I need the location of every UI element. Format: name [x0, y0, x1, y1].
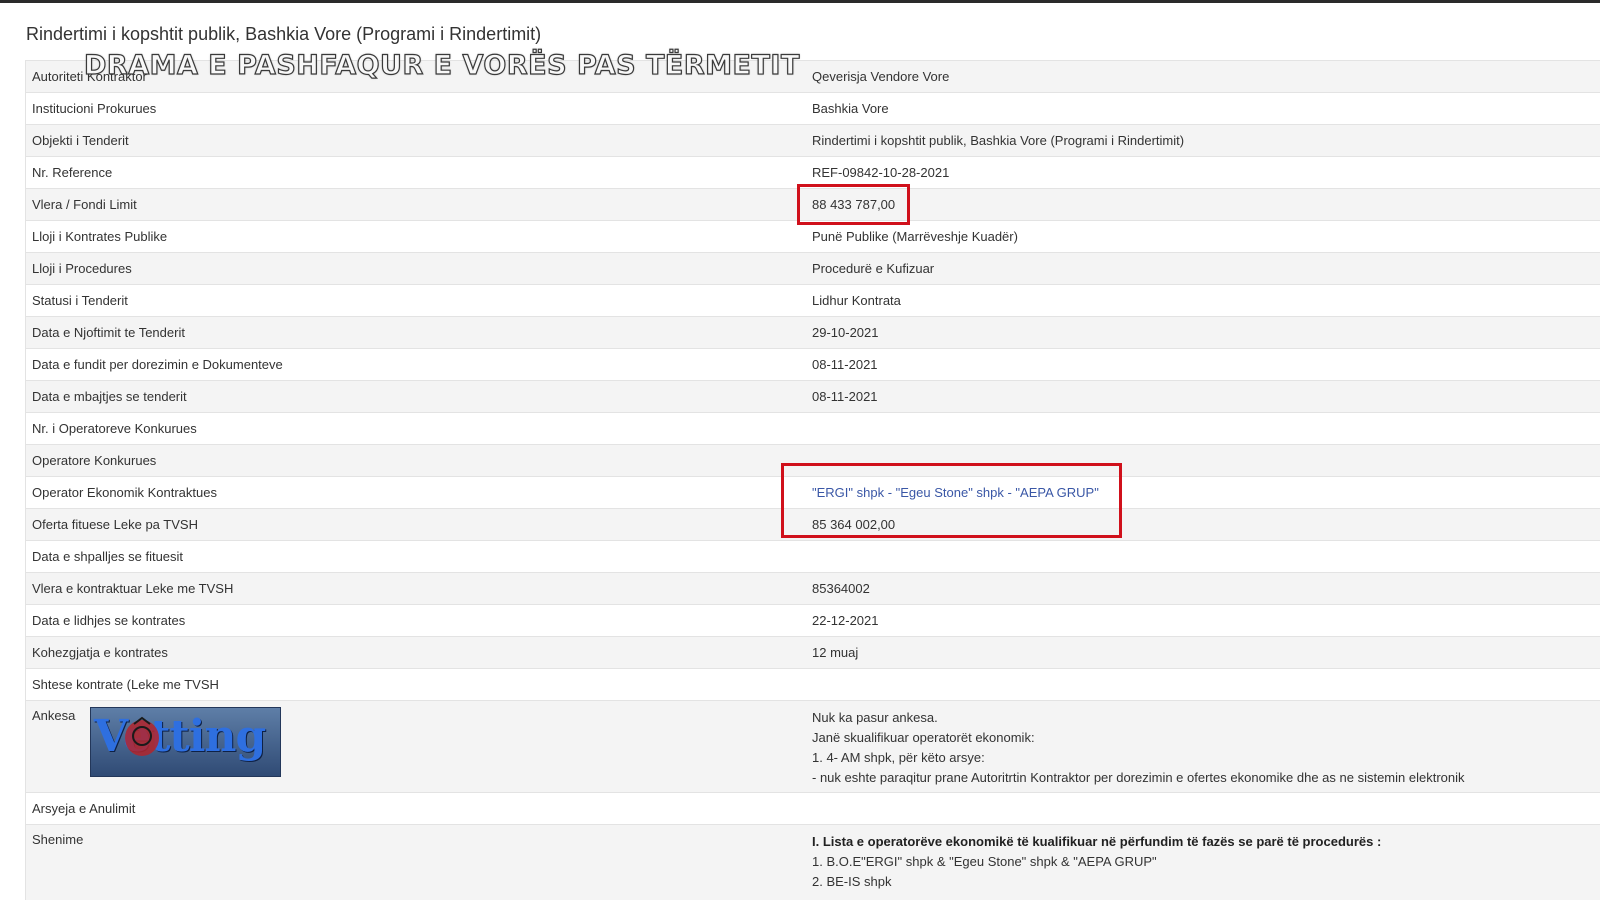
table-row: Data e lidhjes se kontrates 22-12-2021 [25, 604, 1600, 637]
screen: Rindertimi i kopshtit publik, Bashkia Vo… [0, 0, 1600, 900]
winning-offer-value: 85 364 002,00 [806, 508, 1600, 541]
ankesa-line: 1. 4- AM shpk, për këto arsye: [812, 750, 985, 765]
table-row: Vlera / Fondi Limit 88 433 787,00 [25, 188, 1600, 221]
fondi-limit-value: 88 433 787,00 [806, 188, 1600, 221]
row-value [806, 444, 1600, 477]
table-row: Shenime I. Lista e operatorëve ekonomikë… [25, 824, 1600, 900]
table-row: Operatore Konkurues [25, 444, 1600, 477]
row-label: Arsyeja e Anulimit [25, 792, 806, 825]
table-row: Data e shpalljes se fituesit [25, 540, 1600, 573]
table-row: Shtese kontrate (Leke me TVSH [25, 668, 1600, 701]
row-label: Nr. i Operatoreve Konkurues [25, 412, 806, 445]
row-label: Data e mbajtjes se tenderit [25, 380, 806, 413]
shenime-line: I. Lista e operatorëve ekonomikë të kual… [812, 834, 1382, 849]
row-value: REF-09842-10-28-2021 [806, 156, 1600, 189]
row-value: 08-11-2021 [806, 348, 1600, 381]
row-label: Kohezgjatja e kontrates [25, 636, 806, 669]
emblem-icon [125, 716, 159, 756]
table-row: Oferta fituese Leke pa TVSH 85 364 002,0… [25, 508, 1600, 541]
contractor-operator-link[interactable]: "ERGI" shpk - "Egeu Stone" shpk - "AEPA … [806, 476, 1600, 509]
ankesa-line: Nuk ka pasur ankesa. [812, 710, 938, 725]
row-label: Institucioni Prokurues [25, 92, 806, 125]
row-value [806, 668, 1600, 701]
row-value: 22-12-2021 [806, 604, 1600, 637]
table-row: Institucioni Prokurues Bashkia Vore [25, 92, 1600, 125]
row-value: Procedurë e Kufizuar [806, 252, 1600, 285]
table-row: Lloji i Procedures Procedurë e Kufizuar [25, 252, 1600, 285]
row-label: Operator Ekonomik Kontraktues [25, 476, 806, 509]
row-value [806, 540, 1600, 573]
row-label: Statusi i Tenderit [25, 284, 806, 317]
row-label: Data e lidhjes se kontrates [25, 604, 806, 637]
row-value: Lidhur Kontrata [806, 284, 1600, 317]
row-value [806, 412, 1600, 445]
table-row: Kohezgjatja e kontrates 12 muaj [25, 636, 1600, 669]
ankesa-line: Janë skualifikuar operatorët ekonomik: [812, 730, 1035, 745]
row-value: 29-10-2021 [806, 316, 1600, 349]
shenime-value: I. Lista e operatorëve ekonomikë të kual… [806, 824, 1600, 900]
table-row: Statusi i Tenderit Lidhur Kontrata [25, 284, 1600, 317]
row-value: 12 muaj [806, 636, 1600, 669]
row-label: Oferta fituese Leke pa TVSH [25, 508, 806, 541]
row-value: Rindertimi i kopshtit publik, Bashkia Vo… [806, 124, 1600, 157]
page-title: Rindertimi i kopshtit publik, Bashkia Vo… [26, 24, 542, 44]
row-value: 85364002 [806, 572, 1600, 605]
table-row: Arsyeja e Anulimit [25, 792, 1600, 825]
row-label: Lloji i Kontrates Publike [25, 220, 806, 253]
row-value: 08-11-2021 [806, 380, 1600, 413]
row-label: Operatore Konkurues [25, 444, 806, 477]
table-row: Lloji i Kontrates Publike Punë Publike (… [25, 220, 1600, 253]
row-label: Lloji i Procedures [25, 252, 806, 285]
table-row: Data e fundit per dorezimin e Dokumentev… [25, 348, 1600, 381]
ankesa-line: - nuk eshte paraqitur prane Autoritrtin … [812, 770, 1465, 785]
ankesa-value: Nuk ka pasur ankesa. Janë skualifikuar o… [806, 700, 1600, 793]
row-value: Punë Publike (Marrëveshje Kuadër) [806, 220, 1600, 253]
table-row: Nr. Reference REF-09842-10-28-2021 [25, 156, 1600, 189]
shenime-line: 1. B.O.E"ERGI" shpk & "Egeu Stone" shpk … [812, 854, 1157, 869]
row-label: Nr. Reference [25, 156, 806, 189]
overlay-headline: DRAMA E PASHFAQUR E VORËS PAS TËRMETIT [83, 49, 800, 81]
table-row: Objekti i Tenderit Rindertimi i kopshtit… [25, 124, 1600, 157]
table-row: Data e mbajtjes se tenderit 08-11-2021 [25, 380, 1600, 413]
row-label: Objekti i Tenderit [25, 124, 806, 157]
row-label: Shtese kontrate (Leke me TVSH [25, 668, 806, 701]
table-row: Nr. i Operatoreve Konkurues [25, 412, 1600, 445]
vetting-logo: Vetting [90, 707, 281, 777]
row-label: Data e Njoftimit te Tenderit [25, 316, 806, 349]
top-border [0, 0, 1600, 3]
table-row: Data e Njoftimit te Tenderit 29-10-2021 [25, 316, 1600, 349]
row-value [806, 792, 1600, 825]
row-label: Data e shpalljes se fituesit [25, 540, 806, 573]
row-label: Data e fundit per dorezimin e Dokumentev… [25, 348, 806, 381]
row-label: Vlera / Fondi Limit [25, 188, 806, 221]
table-row: Operator Ekonomik Kontraktues "ERGI" shp… [25, 476, 1600, 509]
logo-text: Vetting [94, 711, 266, 762]
row-value: Qeverisja Vendore Vore [806, 60, 1600, 93]
row-label: Vlera e kontraktuar Leke me TVSH [25, 572, 806, 605]
row-label: Shenime [25, 824, 806, 900]
shenime-line: 2. BE-IS shpk [812, 874, 892, 889]
table-row: Vlera e kontraktuar Leke me TVSH 8536400… [25, 572, 1600, 605]
row-value: Bashkia Vore [806, 92, 1600, 125]
